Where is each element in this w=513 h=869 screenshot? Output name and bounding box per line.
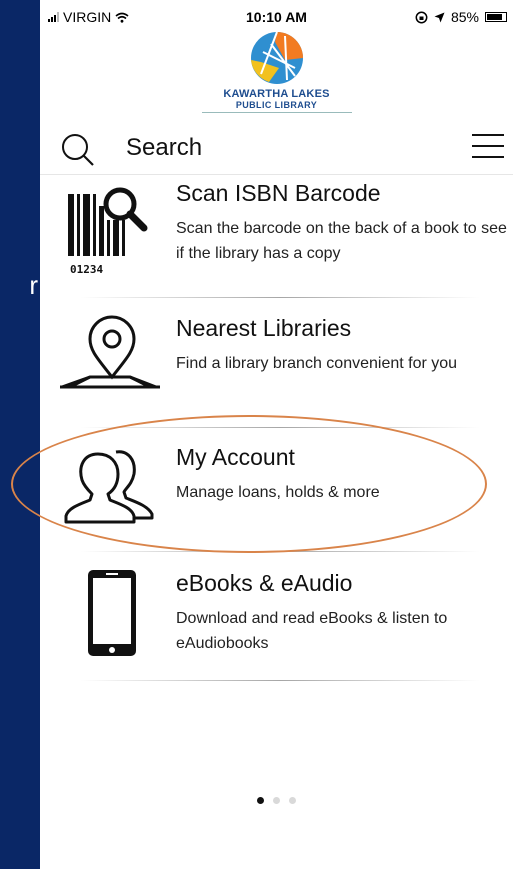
my-account-highlight-ellipse: [11, 415, 487, 553]
item-description: Find a library branch convenient for you: [176, 355, 458, 372]
search-divider: [40, 174, 513, 175]
item-title[interactable]: Scan ISBN Barcode: [176, 180, 381, 207]
logo-underline: [201, 112, 352, 113]
battery-icon: [485, 12, 507, 22]
page-indicator[interactable]: [40, 797, 513, 804]
page-dot[interactable]: [273, 797, 280, 804]
page-dot-active[interactable]: [257, 797, 264, 804]
status-bar: VIRGIN 10:10 AM 85%: [40, 0, 513, 30]
page-dot[interactable]: [289, 797, 296, 804]
tablet-icon: [88, 570, 136, 656]
logo-text-line1: KAWARTHA LAKES: [223, 88, 330, 100]
status-right: 85%: [415, 9, 507, 25]
library-logo: KAWARTHA LAKES PUBLIC LIBRARY: [40, 30, 513, 113]
menu-item-scan-isbn[interactable]: 01234 Scan ISBN Barcode Scan the barcode…: [40, 180, 513, 290]
location-arrow-icon: [434, 12, 445, 22]
menu-item-nearest-libraries[interactable]: Nearest Libraries Find a library branch …: [40, 315, 513, 425]
item-divider: [80, 680, 480, 681]
menu-item-ebooks-eaudio[interactable]: eBooks & eAudio Download and read eBooks…: [40, 570, 513, 680]
item-title[interactable]: Nearest Libraries: [176, 315, 351, 342]
search-icon[interactable]: [60, 132, 96, 168]
item-divider: [80, 297, 480, 298]
search-label[interactable]: Search: [126, 134, 202, 162]
item-title[interactable]: eBooks & eAudio: [176, 570, 352, 597]
orientation-lock-icon: [415, 11, 428, 23]
side-text: r: [29, 270, 38, 300]
logo-emblem-icon: [250, 31, 303, 84]
item-description: Download and read eBooks & listen to eAu…: [176, 610, 448, 652]
item-description: Scan the barcode on the back of a book t…: [176, 220, 507, 262]
barcode-scan-icon: 01234: [68, 187, 148, 276]
hamburger-menu-icon[interactable]: [472, 134, 504, 162]
battery-percentage: 85%: [450, 9, 479, 25]
search-bar[interactable]: Search: [60, 128, 510, 170]
location-map-icon: [60, 315, 160, 389]
logo-text-line2: PUBLIC LIBRARY: [235, 100, 318, 110]
barcode-digits: 01234: [70, 263, 103, 276]
